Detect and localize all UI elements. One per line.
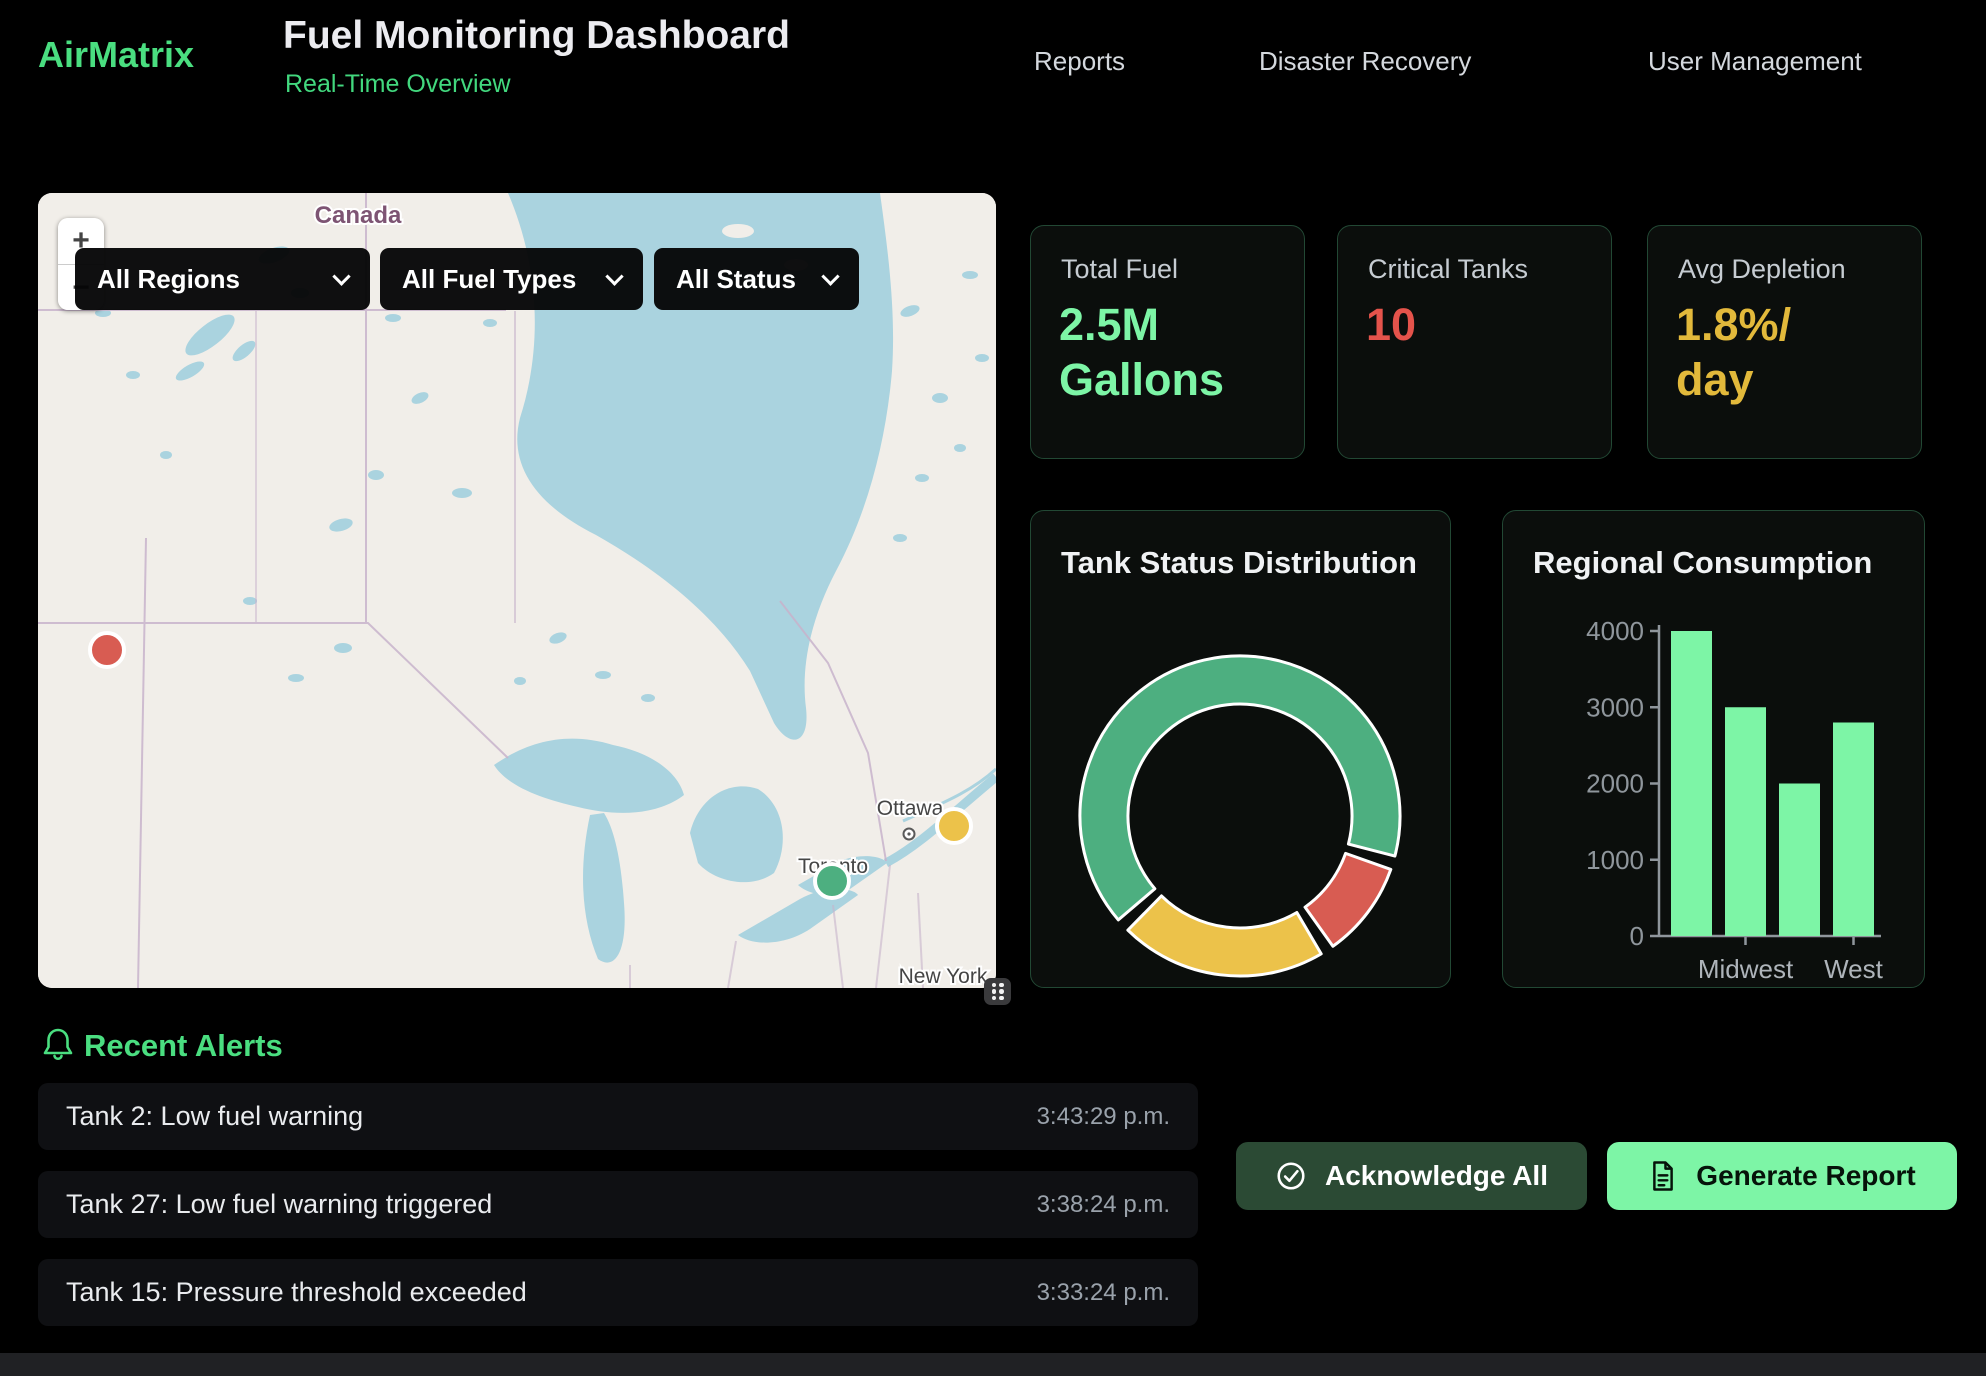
acknowledge-all-label: Acknowledge All: [1325, 1160, 1548, 1192]
chevron-down-icon: [605, 267, 623, 285]
stat-label: Avg Depletion: [1678, 254, 1846, 285]
nav-item-reports[interactable]: Reports: [1034, 46, 1125, 77]
chevron-down-icon: [821, 267, 839, 285]
donut-segment-warning: [1128, 896, 1321, 976]
alert-time: 3:38:24 p.m.: [1037, 1191, 1170, 1219]
status-filter-select[interactable]: All Status: [654, 248, 859, 310]
app-logo: AirMatrix: [38, 34, 194, 76]
bar: [1779, 784, 1820, 937]
alert-message: Tank 15: Pressure threshold exceeded: [66, 1277, 527, 1308]
regional-consumption-card: Regional Consumption 01000200030004000Mi…: [1502, 510, 1925, 988]
stat-card-total-fuel: Total Fuel 2.5M Gallons: [1030, 225, 1305, 459]
stat-card-avg-depletion: Avg Depletion 1.8%/day: [1647, 225, 1922, 459]
y-tick-label: 4000: [1586, 616, 1644, 646]
dashboard-page: AirMatrix Fuel Monitoring Dashboard Real…: [0, 0, 1986, 1376]
page-title: Fuel Monitoring Dashboard: [283, 14, 790, 58]
chevron-down-icon: [332, 267, 350, 285]
alert-time: 3:43:29 p.m.: [1037, 1103, 1170, 1131]
stat-label: Total Fuel: [1061, 254, 1178, 285]
donut-chart: [1031, 511, 1452, 989]
alert-message: Tank 2: Low fuel warning: [66, 1101, 363, 1132]
stat-value-critical-tanks: 10: [1366, 298, 1416, 353]
fuel-type-filter-select[interactable]: All Fuel Types: [380, 248, 643, 310]
map-label-canada: Canada: [315, 202, 402, 229]
alert-row[interactable]: Tank 2: Low fuel warning 3:43:29 p.m.: [38, 1083, 1198, 1150]
check-circle-icon: [1275, 1160, 1307, 1192]
map-label-new-york: New York: [899, 965, 988, 988]
stat-label: Critical Tanks: [1368, 254, 1528, 285]
alerts-title: Recent Alerts: [84, 1028, 283, 1064]
page-subtitle: Real-Time Overview: [285, 70, 511, 99]
map-label-ottawa: Ottawa: [877, 797, 944, 820]
bar-chart: 0 1000 2000 3000 4000 Midwest West: [1503, 511, 1926, 989]
bottom-scrollbar[interactable]: [0, 1353, 1986, 1376]
fuel-type-filter-value: All Fuel Types: [402, 264, 576, 295]
y-tick-label: 0: [1630, 921, 1644, 951]
generate-report-label: Generate Report: [1696, 1160, 1915, 1192]
x-tick-label: West: [1824, 954, 1884, 984]
donut-segment-critical: [1305, 853, 1391, 946]
bar: [1833, 723, 1874, 937]
region-filter-select[interactable]: All Regions: [75, 248, 370, 310]
map-town-dot-center: [907, 832, 910, 835]
stat-card-critical-tanks: Critical Tanks 10: [1337, 225, 1612, 459]
alert-row[interactable]: Tank 15: Pressure threshold exceeded 3:3…: [38, 1259, 1198, 1326]
alert-time: 3:33:24 p.m.: [1037, 1279, 1170, 1307]
bar: [1725, 707, 1766, 936]
nav-item-user-management[interactable]: User Management: [1648, 46, 1862, 77]
tank-marker-warning[interactable]: [937, 809, 971, 843]
x-tick-label: Midwest: [1698, 954, 1794, 984]
tank-status-card: Tank Status Distribution: [1030, 510, 1451, 988]
fuel-map[interactable]: Canada Ottawa Toronto New York + − All R…: [38, 193, 996, 988]
bell-icon: [40, 1026, 76, 1064]
alert-row[interactable]: Tank 27: Low fuel warning triggered 3:38…: [38, 1171, 1198, 1238]
tank-marker-normal[interactable]: [815, 864, 849, 898]
map-island: [722, 224, 754, 238]
status-filter-value: All Status: [676, 264, 796, 295]
map-canvas: Canada Ottawa Toronto New York: [38, 193, 996, 988]
acknowledge-all-button[interactable]: Acknowledge All: [1236, 1142, 1587, 1210]
y-tick-label: 3000: [1586, 692, 1644, 722]
stat-value-avg-depletion: 1.8%/day: [1676, 298, 1811, 408]
document-icon: [1648, 1160, 1678, 1192]
resize-grip[interactable]: [984, 978, 1011, 1005]
alert-message: Tank 27: Low fuel warning triggered: [66, 1189, 492, 1220]
tank-marker-critical[interactable]: [90, 633, 124, 667]
region-filter-value: All Regions: [97, 264, 240, 295]
stat-value-total-fuel: 2.5M Gallons: [1059, 298, 1279, 408]
bar: [1671, 631, 1712, 936]
y-tick-label: 2000: [1586, 769, 1644, 799]
generate-report-button[interactable]: Generate Report: [1607, 1142, 1957, 1210]
y-tick-label: 1000: [1586, 845, 1644, 875]
nav-item-disaster-recovery[interactable]: Disaster Recovery: [1259, 46, 1471, 77]
